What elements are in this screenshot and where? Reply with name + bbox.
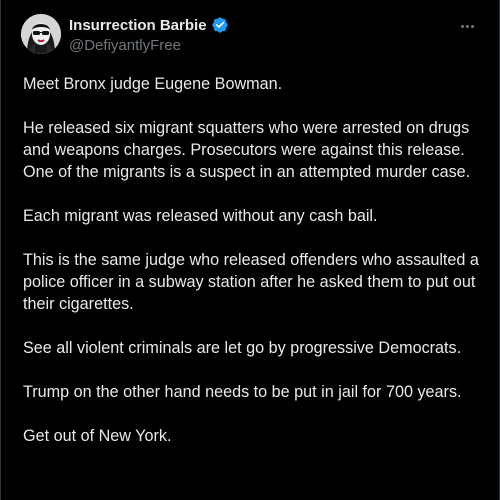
more-horizontal-icon[interactable] [455,16,479,36]
display-name-row: Insurrection Barbie [69,15,229,35]
post-paragraph: He released six migrant squatters who we… [23,119,471,181]
display-name[interactable]: Insurrection Barbie [69,17,207,34]
handle[interactable]: @DefiyantlyFree [69,37,229,54]
post-paragraph: Get out of New York. [23,427,172,445]
post-header: Insurrection Barbie @DefiyantlyFree [21,14,483,58]
post-paragraph: Each migrant was released without any ca… [23,207,378,225]
verified-badge-icon[interactable] [211,16,229,34]
post-paragraph: Meet Bronx judge Eugene Bowman. [23,75,283,93]
avatar-icon [21,14,61,54]
post-paragraph: See all violent criminals are let go by … [23,339,462,357]
author-info: Insurrection Barbie @DefiyantlyFree [69,15,229,54]
post-paragraph: Trump on the other hand needs to be put … [23,383,462,401]
avatar[interactable] [21,14,61,54]
post-text: Meet Bronx judge Eugene Bowman. He relea… [23,73,485,469]
post-paragraph: This is the same judge who released offe… [23,251,479,313]
post: Insurrection Barbie @DefiyantlyFree Meet… [0,0,500,500]
